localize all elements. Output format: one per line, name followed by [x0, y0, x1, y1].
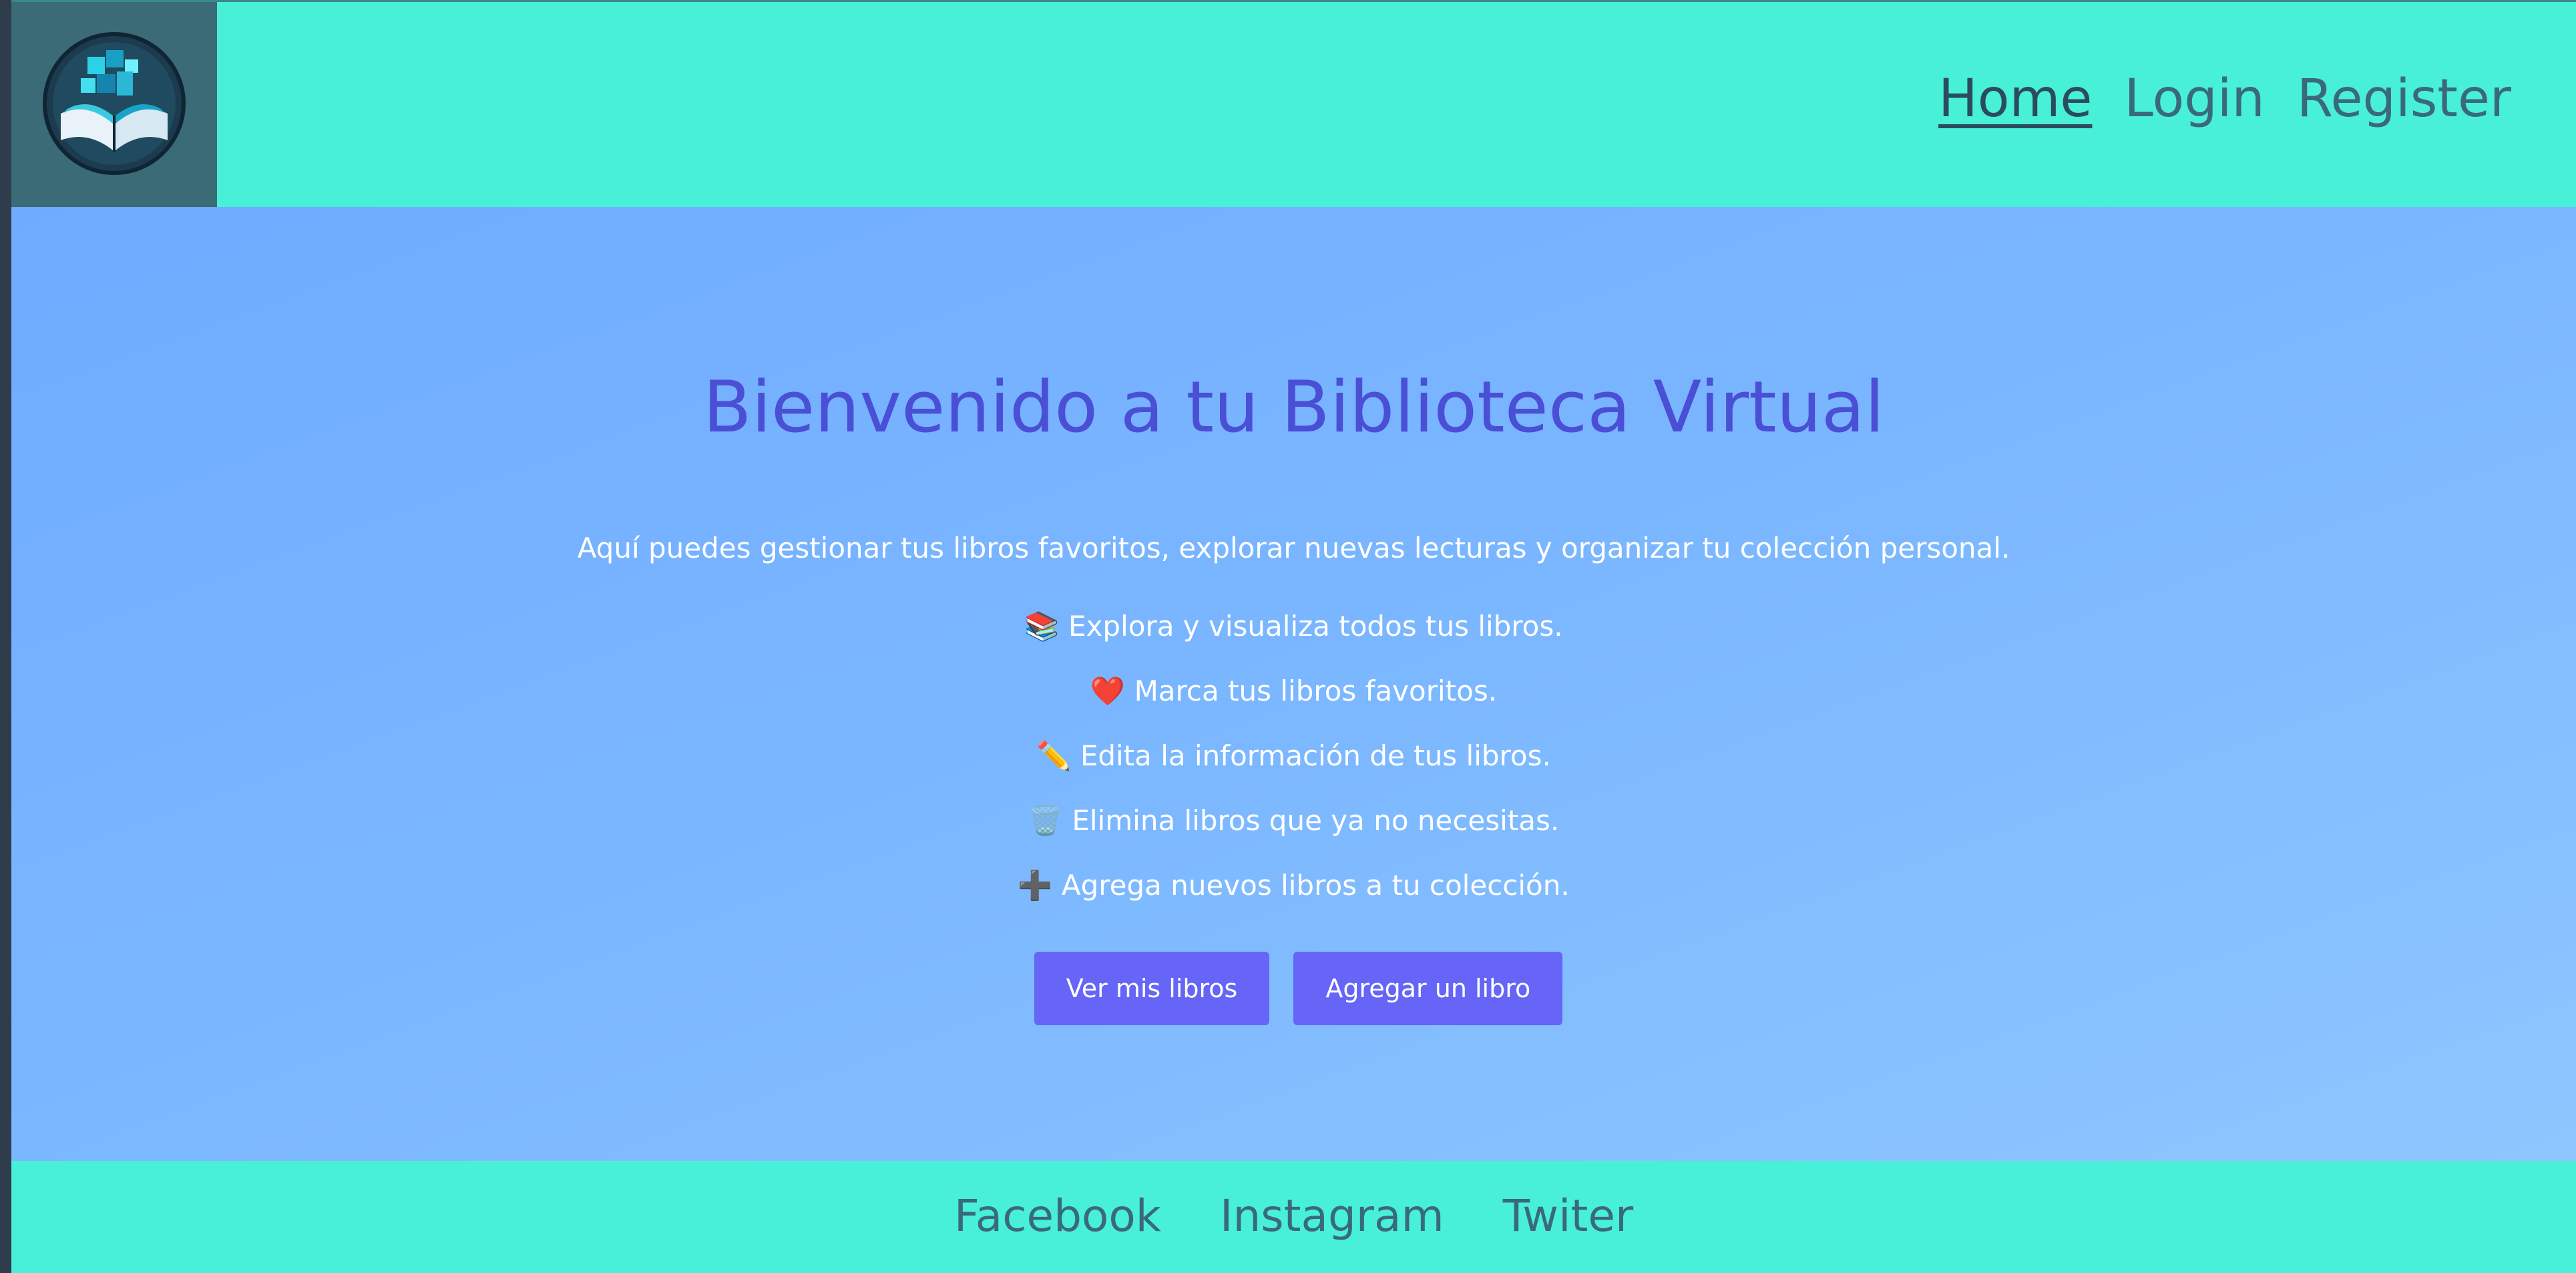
footer-facebook-link[interactable]: Facebook [954, 1194, 1161, 1273]
page-title: Bienvenido a tu Biblioteca Virtual [702, 366, 1885, 448]
feature-list: 📚 Explora y visualiza todos tus libros. … [11, 606, 2576, 930]
nav-login-link[interactable]: Login [2124, 73, 2264, 125]
intro-text: Aquí puedes gestionar tus libros favorit… [577, 532, 2010, 564]
footer-instagram-link[interactable]: Instagram [1220, 1194, 1444, 1273]
hero-section: Bienvenido a tu Biblioteca Virtual Aquí … [11, 207, 2576, 1161]
hero-buttons: Ver mis libros Agregar un libro [11, 952, 2576, 1025]
site-logo[interactable] [11, 2, 217, 207]
feature-favorites: ❤️ Marca tus libros favoritos. [1090, 675, 1498, 707]
feature-add: ➕ Agrega nuevos libros a tu colección. [1018, 869, 1570, 902]
book-logo-icon [43, 32, 186, 175]
site-header: Home Login Register [11, 0, 2576, 207]
add-book-button[interactable]: Agregar un libro [1293, 952, 1563, 1025]
footer-twitter-link[interactable]: Twiter [1503, 1194, 1633, 1273]
feature-edit: ✏️ Edita la información de tus libros. [1036, 739, 1551, 772]
site-footer: Facebook Instagram Twiter [11, 1161, 2576, 1273]
main-nav: Home Login Register [1938, 73, 2511, 125]
nav-home-link[interactable]: Home [1938, 73, 2092, 125]
page: Home Login Register Bienvenido a tu Bibl… [11, 0, 2576, 1273]
feature-delete: 🗑️ Elimina libros que ya no necesitas. [1028, 804, 1560, 837]
feature-explore: 📚 Explora y visualiza todos tus libros. [1024, 610, 1563, 643]
window-edge [0, 0, 11, 1273]
view-books-button[interactable]: Ver mis libros [1034, 952, 1270, 1025]
nav-register-link[interactable]: Register [2297, 73, 2511, 125]
